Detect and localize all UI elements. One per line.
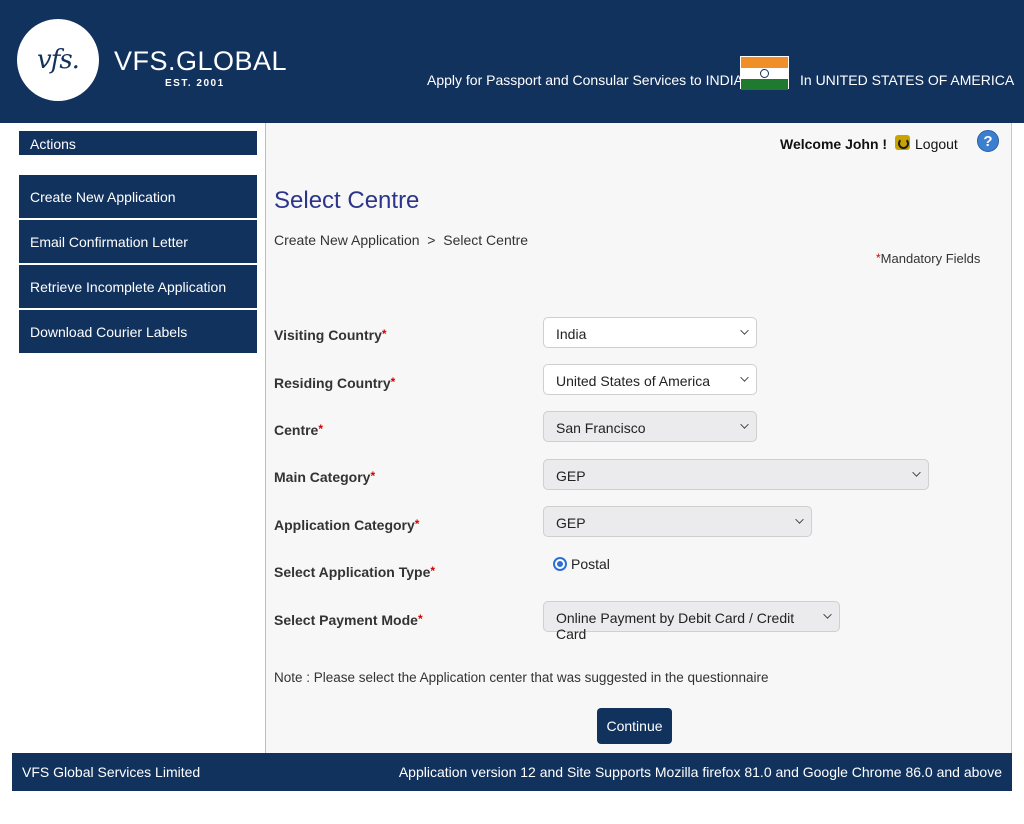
sidebar-item-retrieve-incomplete-application[interactable]: Retrieve Incomplete Application [19,265,257,308]
footer-version: Application version 12 and Site Supports… [398,764,1002,780]
brand-est: EST. 2001 [165,78,225,89]
brand-name: VFS.GLOBAL [114,46,288,76]
application-category-value: GEP [556,515,586,531]
payment-mode-label: Select Payment Mode* [274,612,423,628]
main-category-select[interactable]: GEP [543,459,929,490]
page-title: Select Centre [274,187,420,214]
visiting-country-label: Visiting Country* [274,327,387,343]
footer-company: VFS Global Services Limited [22,764,201,780]
chevron-down-icon [740,326,749,335]
help-icon[interactable]: ? [977,130,999,152]
mandatory-text: Mandatory Fields [880,251,981,266]
site-footer: VFS Global Services Limited Application … [12,753,1012,791]
site-header: vfs. VFS.GLOBAL EST. 2001 Apply for Pass… [0,0,1024,123]
chevron-down-icon [912,468,921,477]
sidebar-item-email-confirmation-letter[interactable]: Email Confirmation Letter [19,220,257,263]
application-category-label: Application Category* [274,517,420,533]
visiting-country-value: India [556,326,587,342]
residing-country-label: Residing Country* [274,375,396,391]
residing-country-value: United States of America [556,373,711,389]
chevron-down-icon [823,610,832,619]
sidebar-item-download-courier-labels[interactable]: Download Courier Labels [19,310,257,353]
centre-value: San Francisco [556,420,646,436]
continue-button[interactable]: Continue [597,708,672,744]
mandatory-fields-note: *Mandatory Fields [876,251,980,266]
vfs-logo[interactable]: vfs. [17,19,99,101]
sidebar-item-create-new-application[interactable]: Create New Application [19,175,257,218]
logout-link[interactable]: Logout [915,136,958,152]
chevron-down-icon [795,515,804,524]
centre-select[interactable]: San Francisco [543,411,757,442]
residing-country-select[interactable]: United States of America [543,364,757,395]
chevron-down-icon [740,420,749,429]
payment-mode-select[interactable]: Online Payment by Debit Card / Credit Ca… [543,601,840,642]
main-category-value: GEP [556,468,586,484]
centre-label: Centre* [274,422,324,438]
postal-radio[interactable] [553,557,567,571]
sidebar-title: Actions [19,131,257,155]
visiting-country-select[interactable]: India [543,317,757,348]
application-category-select[interactable]: GEP [543,506,812,537]
breadcrumb: Create New Application > Select Centre [274,232,529,248]
india-flag-icon [740,56,789,90]
postal-radio-label[interactable]: Postal [571,556,610,572]
header-country: In UNITED STATES OF AMERICA [800,72,1015,88]
application-type-label: Select Application Type* [274,564,436,580]
header-tagline: Apply for Passport and Consular Services… [427,72,743,88]
power-icon[interactable] [895,135,910,150]
logo-text: vfs. [37,45,80,75]
chevron-down-icon [740,373,749,382]
questionnaire-note: Note : Please select the Application cen… [274,670,769,685]
main-category-label: Main Category* [274,469,376,485]
welcome-text: Welcome John ! [780,136,888,152]
